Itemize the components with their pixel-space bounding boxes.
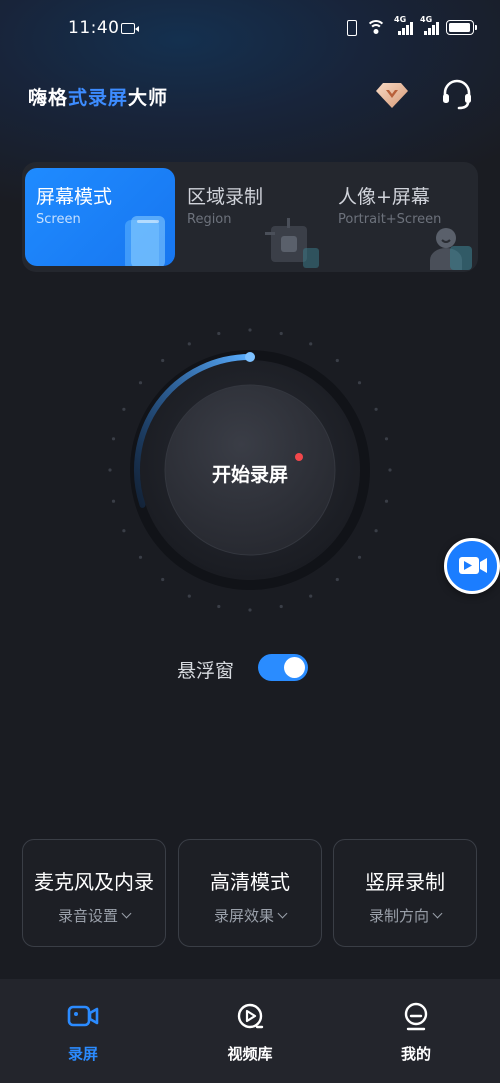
start-recording-button[interactable]: 开始录屏 [200, 460, 300, 487]
dial-tick-dot [335, 577, 339, 582]
nav-item-profile[interactable]: 我的 [333, 979, 499, 1083]
dial-tick-dot [161, 577, 165, 582]
dial-tick-dot [374, 529, 378, 533]
floating-window-toggle[interactable] [258, 654, 308, 681]
record-progress-knob [245, 352, 255, 362]
toggle-knob [284, 657, 305, 678]
dial-tick-dot [279, 331, 283, 336]
dial-tick-dot [248, 328, 252, 332]
mode-tab-screen[interactable]: 屏幕模式 Screen [25, 168, 175, 266]
status-time: 11:40 [68, 18, 120, 38]
dial-tick-dot [217, 604, 221, 609]
dial-tick-dot [309, 342, 313, 346]
dial-tick-dot [187, 342, 191, 346]
profile-icon [404, 1002, 428, 1031]
battery-level [449, 22, 470, 32]
floating-window-label: 悬浮窗 [177, 660, 235, 682]
chevron-down-icon [121, 908, 132, 919]
headset-icon[interactable] [440, 78, 474, 112]
nav-item-video-library[interactable]: 视频库 [167, 979, 333, 1083]
cellular-signal-icon-2: 4G [420, 15, 439, 36]
dial-tick-dot [309, 594, 313, 598]
dial-tick-dot [122, 529, 126, 533]
card-title: 竖屏录制 [365, 870, 445, 894]
card-subtitle-text: 录屏效果 [213, 907, 274, 925]
card-subtitle-text: 录音设置 [57, 907, 118, 925]
dial-tick-dot [374, 407, 378, 411]
nav-label: 我的 [400, 1045, 431, 1063]
dial-tick-dot [384, 437, 389, 441]
dial-tick-dot [187, 594, 191, 598]
audio-settings-card[interactable]: 麦克风及内录 录音设置 [22, 839, 166, 947]
wifi-icon [366, 19, 386, 35]
dial-tick-dot [161, 358, 165, 363]
nav-item-record[interactable]: 录屏 [0, 979, 166, 1083]
region-crop-icon [265, 218, 319, 268]
video-camera-icon [67, 1005, 99, 1027]
mode-title: 屏幕模式 [36, 186, 113, 208]
app-title-part-2: 式录屏 [68, 87, 129, 109]
record-indicator-dot [295, 453, 303, 461]
cellular-signal-icon: 4G [394, 15, 413, 36]
video-camera-icon [459, 557, 487, 574]
dial-tick-dot [138, 381, 143, 385]
dial-tick-dot [248, 608, 252, 612]
card-title: 麦克风及内录 [34, 870, 154, 894]
status-bar: 11:40 4G 4G [0, 0, 500, 60]
vibrate-icon [344, 19, 358, 36]
battery-icon [446, 19, 477, 35]
dial-tick-dot [111, 437, 116, 441]
mode-tab-region[interactable]: 区域录制 Region [179, 168, 329, 268]
dial-tick-dot [111, 499, 116, 503]
play-circle-icon [237, 1003, 264, 1029]
portrait-illustration-icon [430, 228, 472, 270]
dial-tick-dot [335, 358, 339, 363]
dial-tick-dot [108, 468, 112, 472]
diamond-icon[interactable] [375, 80, 409, 110]
dial-tick-dot [122, 407, 126, 411]
nav-label: 录屏 [67, 1045, 98, 1063]
mode-selector: 屏幕模式 Screen 区域录制 Region 人像+屏幕 Portrait+S… [22, 162, 478, 272]
dial-tick-dot [279, 604, 283, 609]
dial-tick-dot [217, 331, 221, 336]
card-subtitle: 录制方向 [334, 905, 476, 926]
card-title: 高清模式 [210, 870, 290, 894]
quality-settings-card[interactable]: 高清模式 录屏效果 [178, 839, 322, 947]
floating-record-button[interactable] [444, 538, 500, 594]
dial-tick-dot [388, 468, 392, 472]
orientation-settings-card[interactable]: 竖屏录制 录制方向 [333, 839, 477, 947]
app-title: 嗨格式录屏大师 [28, 83, 168, 110]
screen-record-status-icon [121, 23, 139, 34]
mode-subtitle: Region [187, 212, 232, 227]
mode-title: 人像+屏幕 [338, 186, 430, 208]
dial-tick-dot [357, 381, 362, 385]
chevron-down-icon [277, 908, 288, 919]
dial-tick-dot [138, 555, 143, 559]
mode-title: 区域录制 [187, 186, 264, 208]
card-subtitle-text: 录制方向 [368, 907, 429, 925]
dial-tick-dot [384, 499, 389, 503]
bottom-navigation: 录屏 视频库 我的 [0, 979, 500, 1083]
app-title-part-3: 大师 [128, 87, 169, 109]
mode-subtitle: Screen [36, 212, 81, 227]
chevron-down-icon [432, 908, 443, 919]
status-icons: 4G 4G [344, 15, 477, 36]
phone-illustration-icon [125, 216, 165, 266]
dial-tick-dot [357, 555, 362, 559]
mode-tab-portrait-screen[interactable]: 人像+屏幕 Portrait+Screen [330, 168, 476, 270]
card-subtitle: 录音设置 [23, 905, 165, 926]
app-title-part-1: 嗨格 [28, 87, 69, 109]
nav-label: 视频库 [227, 1045, 273, 1063]
card-subtitle: 录屏效果 [179, 905, 321, 926]
